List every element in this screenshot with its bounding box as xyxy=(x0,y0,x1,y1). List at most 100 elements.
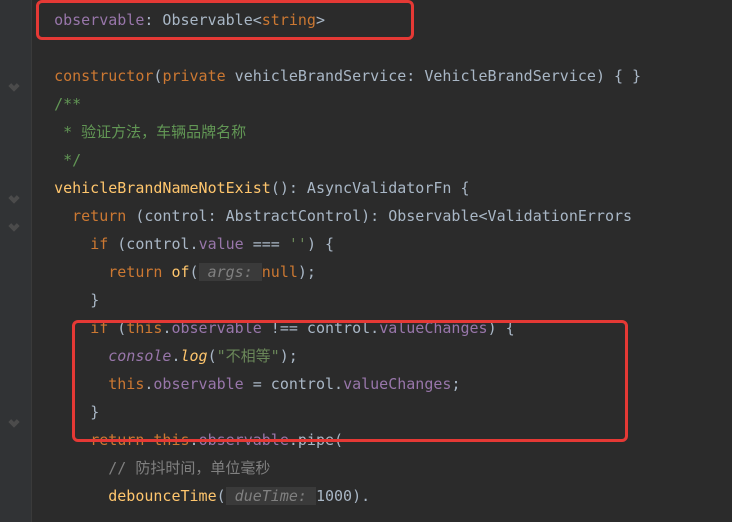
token-string: "不相等" xyxy=(217,347,280,365)
token-keyword: null xyxy=(262,263,298,281)
code-line: } xyxy=(32,286,732,314)
editor-gutter xyxy=(0,0,32,522)
token-punct: ( xyxy=(217,487,226,505)
token-punct: } xyxy=(90,403,99,421)
token-func: of xyxy=(171,263,189,281)
indent xyxy=(36,179,54,197)
token-keyword: this xyxy=(153,431,189,449)
indent xyxy=(36,11,54,29)
token-field: valueChanges xyxy=(379,319,487,337)
code-line: vehicleBrandNameNotExist(): AsyncValidat… xyxy=(32,174,732,202)
token-keyword: string xyxy=(262,11,316,29)
token-doc: * 验证方法，车辆品牌名称 xyxy=(63,123,246,141)
token-ident: !== control. xyxy=(262,319,379,337)
code-line: */ xyxy=(32,146,732,174)
token-punct: ) { xyxy=(488,319,515,337)
indent xyxy=(36,291,90,309)
code-line: return of( args: null); xyxy=(32,258,732,286)
token-field: valueChanges xyxy=(343,375,451,393)
token-field: observable xyxy=(54,11,144,29)
fold-marker-icon[interactable] xyxy=(8,416,19,427)
blank-line xyxy=(32,34,732,62)
token-ident: .pipe( xyxy=(289,431,343,449)
code-line: return this.observable.pipe( xyxy=(32,426,732,454)
token-keyword: if xyxy=(90,235,117,253)
token-keyword: if xyxy=(90,319,117,337)
token-log: log xyxy=(181,347,208,365)
token-number: 1000 xyxy=(316,487,352,505)
token-punct: > xyxy=(316,11,325,29)
code-line: * 验证方法，车辆品牌名称 xyxy=(32,118,732,146)
indent xyxy=(36,67,54,85)
code-editor[interactable]: observable: Observable<string> construct… xyxy=(32,0,732,522)
token-punct: ( xyxy=(117,319,126,337)
indent xyxy=(36,347,108,365)
token-keyword: this xyxy=(108,375,144,393)
token-punct: } xyxy=(90,291,99,309)
code-line: if (this.observable !== control.valueCha… xyxy=(32,314,732,342)
fold-marker-icon[interactable] xyxy=(8,192,19,203)
token-punct: ; xyxy=(451,375,460,393)
indent xyxy=(36,123,63,141)
token-punct: ( xyxy=(208,347,217,365)
code-line: return (control: AbstractControl): Obser… xyxy=(32,202,732,230)
token-punct: ); xyxy=(298,263,316,281)
token-field: observable xyxy=(153,375,243,393)
token-comment: // 防抖时间，单位毫秒 xyxy=(108,459,270,477)
token-punct: ) { xyxy=(307,235,334,253)
indent xyxy=(36,151,63,169)
indent xyxy=(36,403,90,421)
token-punct: ). xyxy=(352,487,370,505)
indent xyxy=(36,487,108,505)
code-line: if (control.value === '') { xyxy=(32,230,732,258)
token-keyword: return xyxy=(72,207,135,225)
indent xyxy=(36,375,108,393)
token-keyword: constructor xyxy=(54,67,153,85)
code-line: constructor(private vehicleBrandService:… xyxy=(32,62,732,90)
code-line: // 防抖时间，单位毫秒 xyxy=(32,454,732,482)
token-field: observable xyxy=(171,319,261,337)
token-punct: ); xyxy=(280,347,298,365)
token-ident: = control. xyxy=(244,375,343,393)
token-ident: (control. xyxy=(117,235,198,253)
code-line: debounceTime( dueTime: 1000). xyxy=(32,482,732,510)
code-line: console.log("不相等"); xyxy=(32,342,732,370)
token-ident: vehicleBrandService xyxy=(226,67,407,85)
indent xyxy=(36,431,90,449)
token-keyword: return xyxy=(90,431,153,449)
code-line: observable: Observable<string> xyxy=(32,6,732,34)
token-field: observable xyxy=(199,431,289,449)
code-line: this.observable = control.valueChanges; xyxy=(32,370,732,398)
token-doc: */ xyxy=(63,151,81,169)
token-string: '' xyxy=(289,235,307,253)
indent xyxy=(36,459,108,477)
token-punct: : Observable< xyxy=(144,11,261,29)
token-param-hint: args: xyxy=(199,263,262,281)
token-ident: (control: AbstractControl): Observable<V… xyxy=(135,207,632,225)
indent xyxy=(36,95,54,113)
token-keyword: private xyxy=(162,67,225,85)
token-console: console xyxy=(108,347,171,365)
token-keyword: this xyxy=(126,319,162,337)
token-type: : VehicleBrandService xyxy=(406,67,596,85)
indent xyxy=(36,207,72,225)
token-keyword: return xyxy=(108,263,171,281)
token-func: debounceTime xyxy=(108,487,216,505)
indent xyxy=(36,319,90,337)
token-punct: (): AsyncValidatorFn { xyxy=(271,179,470,197)
token-punct: ( xyxy=(190,263,199,281)
token-doc: /** xyxy=(54,95,81,113)
code-line: } xyxy=(32,398,732,426)
token-punct: . xyxy=(190,431,199,449)
token-param-hint: dueTime: xyxy=(226,487,316,505)
fold-marker-icon[interactable] xyxy=(8,80,19,91)
token-punct: ) { } xyxy=(596,67,641,85)
token-field: value xyxy=(199,235,244,253)
code-line: /** xyxy=(32,90,732,118)
fold-marker-icon[interactable] xyxy=(8,220,19,231)
token-punct: . xyxy=(171,347,180,365)
token-ident: === xyxy=(244,235,289,253)
indent xyxy=(36,263,108,281)
indent xyxy=(36,235,90,253)
token-func: vehicleBrandNameNotExist xyxy=(54,179,271,197)
